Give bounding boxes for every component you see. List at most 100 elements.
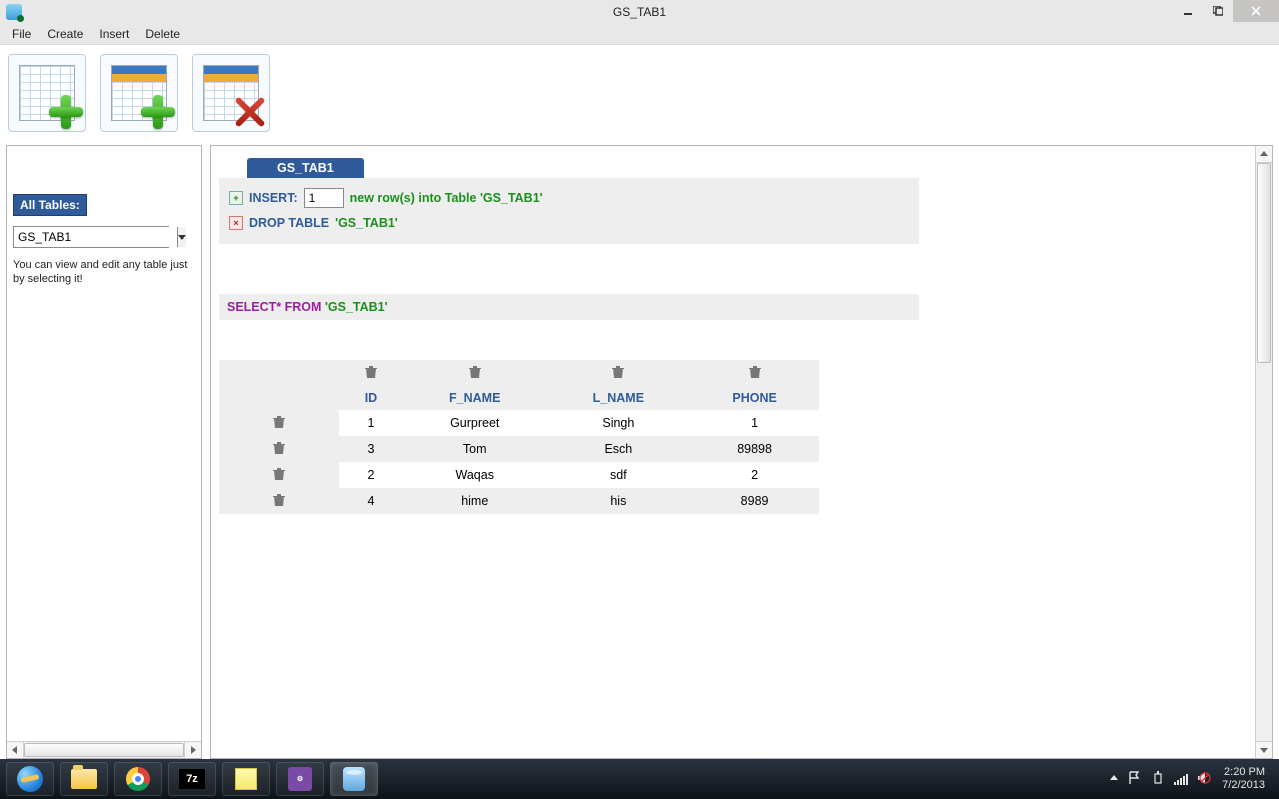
delete-row-cell (219, 488, 339, 514)
menu-file[interactable]: File (4, 25, 39, 43)
scrollbar-thumb[interactable] (1257, 163, 1271, 363)
chrome-icon (126, 767, 150, 791)
taskbar-ie[interactable] (6, 762, 54, 796)
menu-delete[interactable]: Delete (137, 25, 188, 43)
close-button[interactable] (1233, 0, 1279, 22)
table-cell[interactable]: Waqas (403, 462, 547, 488)
delete-row-cell (219, 462, 339, 488)
table-cell[interactable]: hime (403, 488, 547, 514)
table-select[interactable] (13, 226, 169, 248)
taskbar-7zip[interactable]: 7z (168, 762, 216, 796)
content-scrollbar[interactable] (1255, 146, 1272, 758)
x-icon (233, 95, 267, 129)
power-icon[interactable] (1152, 771, 1164, 788)
table-cell[interactable]: 1 (339, 410, 403, 436)
flag-icon[interactable] (1128, 771, 1142, 788)
delete-column-icon[interactable] (611, 364, 625, 380)
table-cell[interactable]: Tom (403, 436, 547, 462)
sevenz-icon: 7z (179, 769, 205, 789)
scroll-left-icon[interactable] (7, 742, 24, 758)
menu-bar: File Create Insert Delete (0, 24, 1279, 45)
table-cell[interactable]: 89898 (690, 436, 819, 462)
clock-date: 7/2/2013 (1222, 779, 1265, 792)
taskbar-javaee[interactable]: ⚙ (276, 762, 324, 796)
menu-create[interactable]: Create (39, 25, 91, 43)
insert-row-button[interactable] (100, 54, 178, 132)
sidebar-header: All Tables: (13, 194, 87, 216)
taskbar-app[interactable] (330, 762, 378, 796)
column-header[interactable]: ID (339, 386, 403, 410)
menu-insert[interactable]: Insert (91, 25, 137, 43)
table-cell[interactable]: his (547, 488, 691, 514)
table-cell[interactable]: 2 (339, 462, 403, 488)
table-row: 3TomEsch89898 (219, 436, 819, 462)
scrollbar-thumb[interactable] (24, 743, 184, 757)
tray-expand-icon[interactable] (1110, 773, 1118, 785)
delete-row-cell (219, 410, 339, 436)
javaee-icon: ⚙ (288, 767, 312, 791)
scroll-up-icon[interactable] (1256, 146, 1272, 163)
insert-suffix: new row(s) into Table 'GS_TAB1' (350, 191, 543, 205)
scroll-down-icon[interactable] (1256, 741, 1272, 758)
column-header[interactable]: PHONE (690, 386, 819, 410)
window-controls (1173, 0, 1279, 22)
delete-column-icon[interactable] (748, 364, 762, 380)
clock[interactable]: 2:20 PM 7/2/2013 (1222, 766, 1265, 791)
table-cell[interactable]: 1 (690, 410, 819, 436)
minimize-button[interactable] (1173, 0, 1203, 22)
delete-row-icon[interactable] (272, 492, 286, 508)
taskbar-explorer[interactable] (60, 762, 108, 796)
column-header[interactable]: F_NAME (403, 386, 547, 410)
volume-icon[interactable] (1198, 772, 1212, 787)
table-cell[interactable]: 3 (339, 436, 403, 462)
sidebar-hint: You can view and edit any table just by … (13, 258, 195, 287)
table-cell[interactable]: Esch (547, 436, 691, 462)
delete-column-icon[interactable] (468, 364, 482, 380)
ie-icon (17, 766, 43, 792)
select-query: SELECT* FROM 'GS_TAB1' (219, 294, 919, 320)
column-header[interactable]: L_NAME (547, 386, 691, 410)
insert-action: + INSERT: new row(s) into Table 'GS_TAB1… (229, 184, 909, 212)
drop-table-name: 'GS_TAB1' (335, 216, 398, 230)
scroll-right-icon[interactable] (184, 742, 201, 758)
table-cell[interactable]: 2 (690, 462, 819, 488)
table-cell[interactable]: Gurpreet (403, 410, 547, 436)
data-table: ID F_NAME L_NAME PHONE 1GurpreetSingh13T… (219, 360, 819, 514)
select-table: 'GS_TAB1' (325, 300, 388, 314)
delete-column-icon[interactable] (364, 364, 378, 380)
plus-icon (49, 95, 83, 129)
table-cell[interactable]: 8989 (690, 488, 819, 514)
drop-icon: × (229, 216, 243, 230)
database-icon (343, 767, 365, 791)
maximize-button[interactable] (1203, 0, 1233, 22)
insert-count-input[interactable] (304, 188, 344, 208)
table-row: 1GurpreetSingh1 (219, 410, 819, 436)
drop-table-button[interactable]: DROP TABLE (249, 216, 329, 230)
system-tray: 2:20 PM 7/2/2013 (1110, 766, 1273, 791)
taskbar-chrome[interactable] (114, 762, 162, 796)
table-cell[interactable]: Singh (547, 410, 691, 436)
table-header-row: ID F_NAME L_NAME PHONE (219, 386, 819, 410)
sticky-icon (235, 768, 257, 790)
delete-row-icon[interactable] (272, 466, 286, 482)
delete-row-icon[interactable] (272, 440, 286, 456)
table-row: 2Waqassdf2 (219, 462, 819, 488)
table-cell[interactable]: sdf (547, 462, 691, 488)
content-pane: GS_TAB1 + INSERT: new row(s) into Table … (210, 145, 1273, 759)
plus-icon (141, 95, 175, 129)
taskbar-sticky[interactable] (222, 762, 270, 796)
delete-row-icon[interactable] (272, 414, 286, 430)
create-table-button[interactable] (8, 54, 86, 132)
chevron-down-icon[interactable] (177, 227, 186, 247)
toolbar (0, 45, 1279, 141)
active-tab[interactable]: GS_TAB1 (247, 158, 364, 178)
sidebar-scrollbar[interactable] (7, 741, 201, 758)
insert-icon: + (229, 191, 243, 205)
table-select-input[interactable] (14, 227, 177, 247)
table-cell[interactable]: 4 (339, 488, 403, 514)
signal-icon[interactable] (1174, 773, 1188, 785)
delete-table-button[interactable] (192, 54, 270, 132)
taskbar: 7z ⚙ 2:20 PM 7/2/2013 (0, 759, 1279, 799)
sidebar: All Tables: You can view and edit any ta… (6, 145, 202, 759)
app-icon (6, 4, 22, 20)
